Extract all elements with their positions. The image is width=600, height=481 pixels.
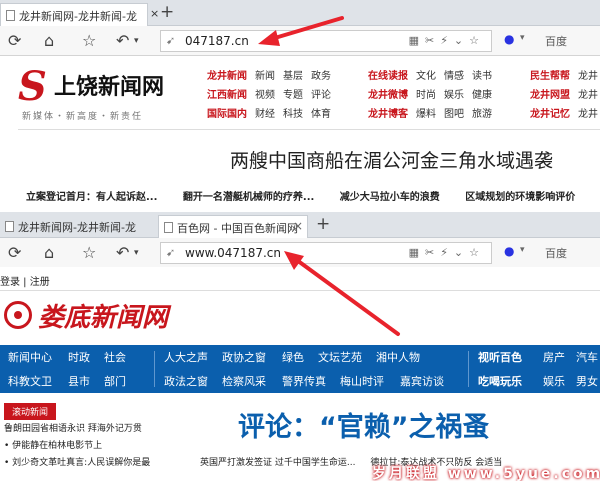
red-arrow-icon bbox=[284, 251, 400, 336]
red-arrow-icon bbox=[258, 16, 344, 46]
annotation-arrows bbox=[258, 16, 400, 336]
